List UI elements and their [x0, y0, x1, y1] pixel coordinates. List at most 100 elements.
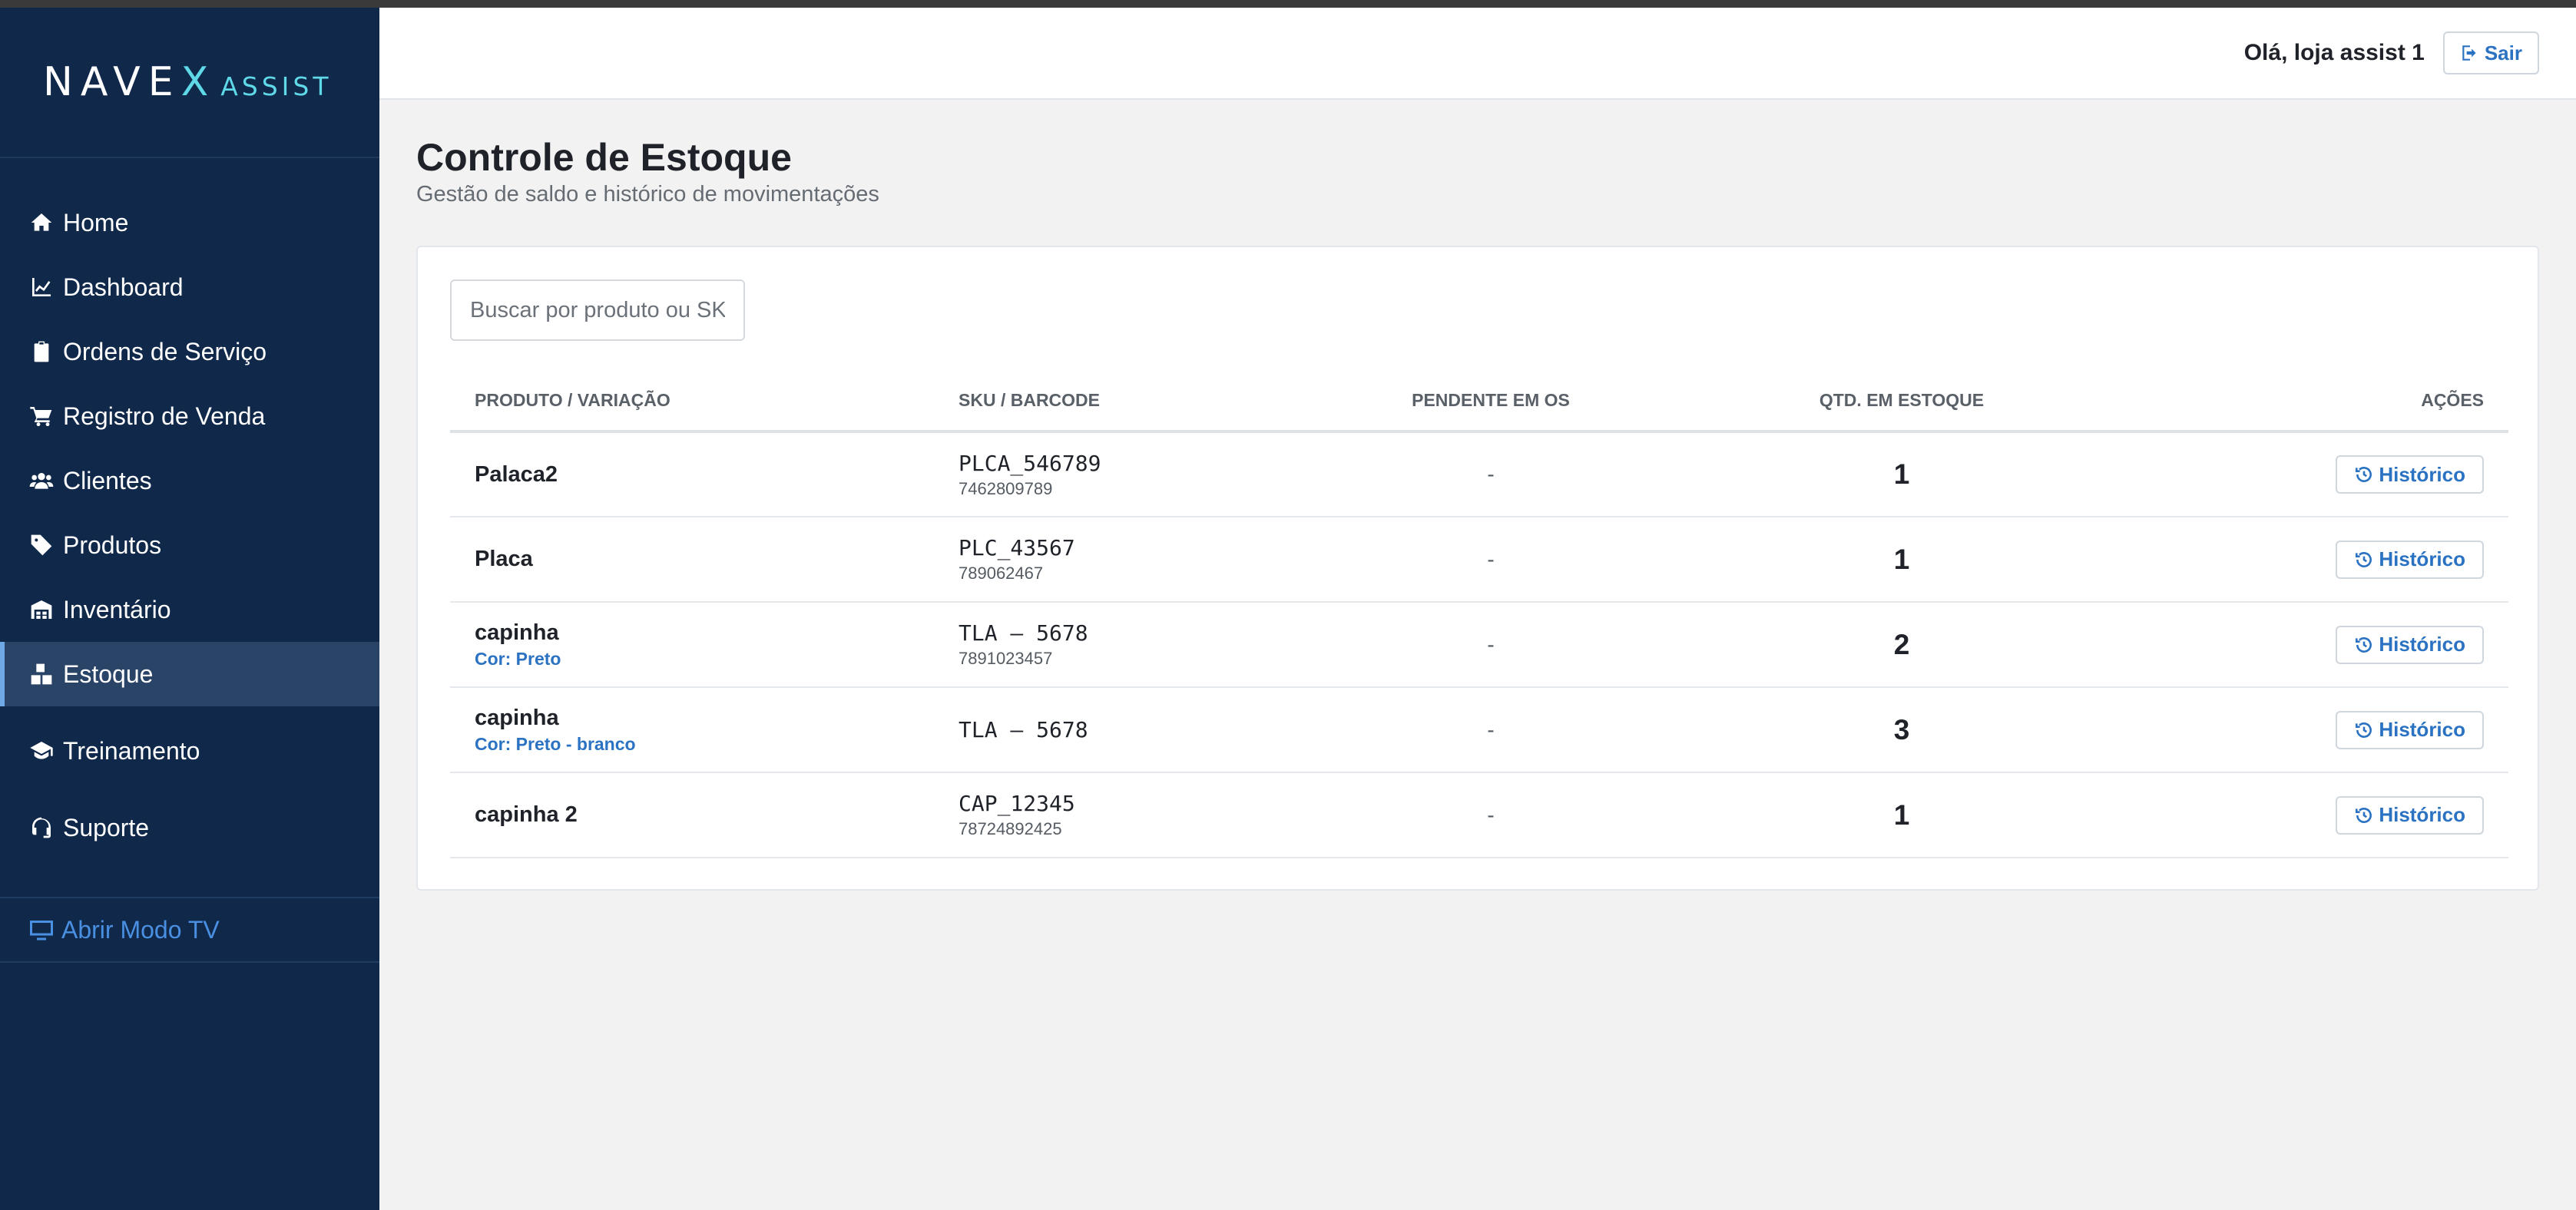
sidebar-item-label: Treinamento — [63, 736, 200, 765]
page-title: Controle de Estoque — [416, 136, 792, 179]
logout-button[interactable]: Sair — [2442, 31, 2539, 74]
warehouse-icon — [28, 596, 55, 623]
product-name: Placa — [475, 547, 533, 571]
sku-code: PLCA_546789 — [959, 450, 1101, 476]
history-label: Histórico — [2379, 718, 2465, 741]
history-button[interactable]: Histórico — [2336, 455, 2484, 494]
tag-icon — [28, 531, 55, 559]
table-row: capinha 2 CAP_12345 78724892425 - 1 Histó… — [450, 772, 2508, 858]
sidebar-item-label: Clientes — [63, 466, 152, 494]
sidebar-item-label: Dashboard — [63, 273, 184, 301]
sidebar-item-clientes[interactable]: Clientes — [0, 448, 379, 513]
col-header-pending[interactable]: PENDENTE EM OS — [1318, 370, 1664, 433]
barcode: 789062467 — [959, 564, 1044, 583]
sidebar-item-suporte[interactable]: Suporte — [0, 795, 379, 860]
history-label: Histórico — [2379, 633, 2465, 656]
sidebar-item-label: Home — [63, 208, 129, 236]
nav-spacer — [0, 706, 379, 719]
stock-qty: 1 — [1893, 543, 1910, 575]
sidebar-item-inventario[interactable]: Inventário — [0, 577, 379, 642]
clipboard-icon — [28, 338, 55, 365]
sign-out-icon — [2462, 45, 2476, 61]
history-label: Histórico — [2379, 462, 2465, 486]
barcode: 7462809789 — [959, 478, 1053, 498]
users-icon — [28, 467, 55, 494]
barcode: 7891023457 — [959, 649, 1053, 668]
home-icon — [28, 209, 55, 236]
history-icon — [2356, 807, 2372, 823]
stock-card: PRODUTO / VARIAÇÃO SKU / BARCODE PENDENT… — [416, 246, 2539, 891]
table-header-row: PRODUTO / VARIAÇÃO SKU / BARCODE PENDENT… — [450, 370, 2508, 433]
sidebar-item-label: Ordens de Serviço — [63, 337, 267, 365]
pending-count: - — [1487, 802, 1495, 827]
col-header-product[interactable]: PRODUTO / VARIAÇÃO — [450, 370, 934, 433]
boxes-icon — [28, 660, 55, 688]
logout-label: Sair — [2484, 41, 2522, 64]
chart-line-icon — [28, 273, 55, 301]
product-variation: Cor: Preto — [475, 648, 561, 669]
sidebar-item-label: Registro de Venda — [63, 402, 266, 430]
product-name: capinha 2 — [475, 802, 578, 827]
sku-code: TLA – 5678 — [959, 620, 1088, 646]
barcode: 78724892425 — [959, 819, 1062, 838]
page-subtitle: Gestão de saldo e histórico de movimenta… — [416, 182, 879, 207]
sidebar-item-treinamento[interactable]: Treinamento — [0, 719, 379, 783]
sidebar-item-label: Suporte — [63, 813, 150, 841]
brand-x: X — [180, 59, 217, 105]
sidebar-item-dashboard[interactable]: Dashboard — [0, 255, 379, 319]
table-row: Placa PLC_43567 789062467 - 1 Histórico — [450, 517, 2508, 603]
sku-code: TLA – 5678 — [959, 717, 1088, 742]
history-button[interactable]: Histórico — [2336, 710, 2484, 749]
history-label: Histórico — [2379, 547, 2465, 570]
table-row: Palaca2 PLCA_546789 7462809789 - 1 Histór… — [450, 431, 2508, 517]
stock-qty: 1 — [1893, 458, 1910, 490]
top-header: Olá, loja assist 1 Sair — [379, 8, 2576, 100]
history-icon — [2356, 551, 2372, 567]
pending-count: - — [1487, 462, 1495, 486]
pending-count: - — [1487, 547, 1495, 571]
sidebar-item-home[interactable]: Home — [0, 190, 379, 255]
col-header-actions: AÇÕES — [2140, 370, 2508, 433]
history-icon — [2356, 636, 2372, 653]
sidebar-item-ordens-de-servico[interactable]: Ordens de Serviço — [0, 319, 379, 384]
user-greeting: Olá, loja assist 1 — [2243, 40, 2425, 65]
pending-count: - — [1487, 717, 1495, 742]
nav-spacer — [0, 783, 379, 795]
product-name: capinha — [475, 705, 559, 730]
history-icon — [2356, 467, 2372, 482]
history-icon — [2356, 722, 2372, 738]
sidebar-nav: Home Dashboard Ordens de Serviço Registr… — [0, 158, 379, 860]
sidebar-item-registro-de-venda[interactable]: Registro de Venda — [0, 384, 379, 448]
headset-icon — [28, 814, 55, 841]
brand-logo[interactable]: NAVEX ASSIST — [0, 8, 379, 158]
tv-icon — [28, 916, 55, 944]
stock-qty: 3 — [1893, 713, 1910, 746]
table-row: capinha Cor: Preto - branco TLA – 5678 - … — [450, 687, 2508, 773]
sku-code: PLC_43567 — [959, 535, 1075, 560]
search-input[interactable] — [450, 279, 745, 341]
tv-mode-label: Abrir Modo TV — [61, 915, 220, 944]
cart-icon — [28, 402, 55, 430]
history-button[interactable]: Histórico — [2336, 795, 2484, 835]
stock-qty: 1 — [1893, 798, 1910, 831]
sidebar-item-label: Produtos — [63, 531, 162, 559]
stock-qty: 2 — [1893, 628, 1910, 660]
brand-sub: ASSIST — [220, 71, 333, 101]
col-header-sku[interactable]: SKU / BARCODE — [934, 370, 1318, 433]
sidebar-item-produtos[interactable]: Produtos — [0, 513, 379, 577]
product-name: capinha — [475, 620, 559, 645]
history-button[interactable]: Histórico — [2336, 625, 2484, 664]
brand-name: NAVE — [43, 59, 181, 105]
pending-count: - — [1487, 632, 1495, 656]
tv-mode-button[interactable]: Abrir Modo TV — [0, 897, 379, 963]
sku-code: CAP_12345 — [959, 791, 1075, 816]
sidebar-item-label: Inventário — [63, 595, 171, 623]
history-label: Histórico — [2379, 803, 2465, 826]
history-button[interactable]: Histórico — [2336, 540, 2484, 579]
graduation-cap-icon — [28, 737, 55, 765]
col-header-qty[interactable]: QTD. EM ESTOQUE — [1664, 370, 2140, 433]
sidebar-item-estoque[interactable]: Estoque — [0, 642, 379, 706]
top-strip — [0, 0, 2576, 8]
stock-table: PRODUTO / VARIAÇÃO SKU / BARCODE PENDENT… — [450, 370, 2508, 858]
table-row: capinha Cor: Preto TLA – 5678 7891023457 -… — [450, 602, 2508, 688]
